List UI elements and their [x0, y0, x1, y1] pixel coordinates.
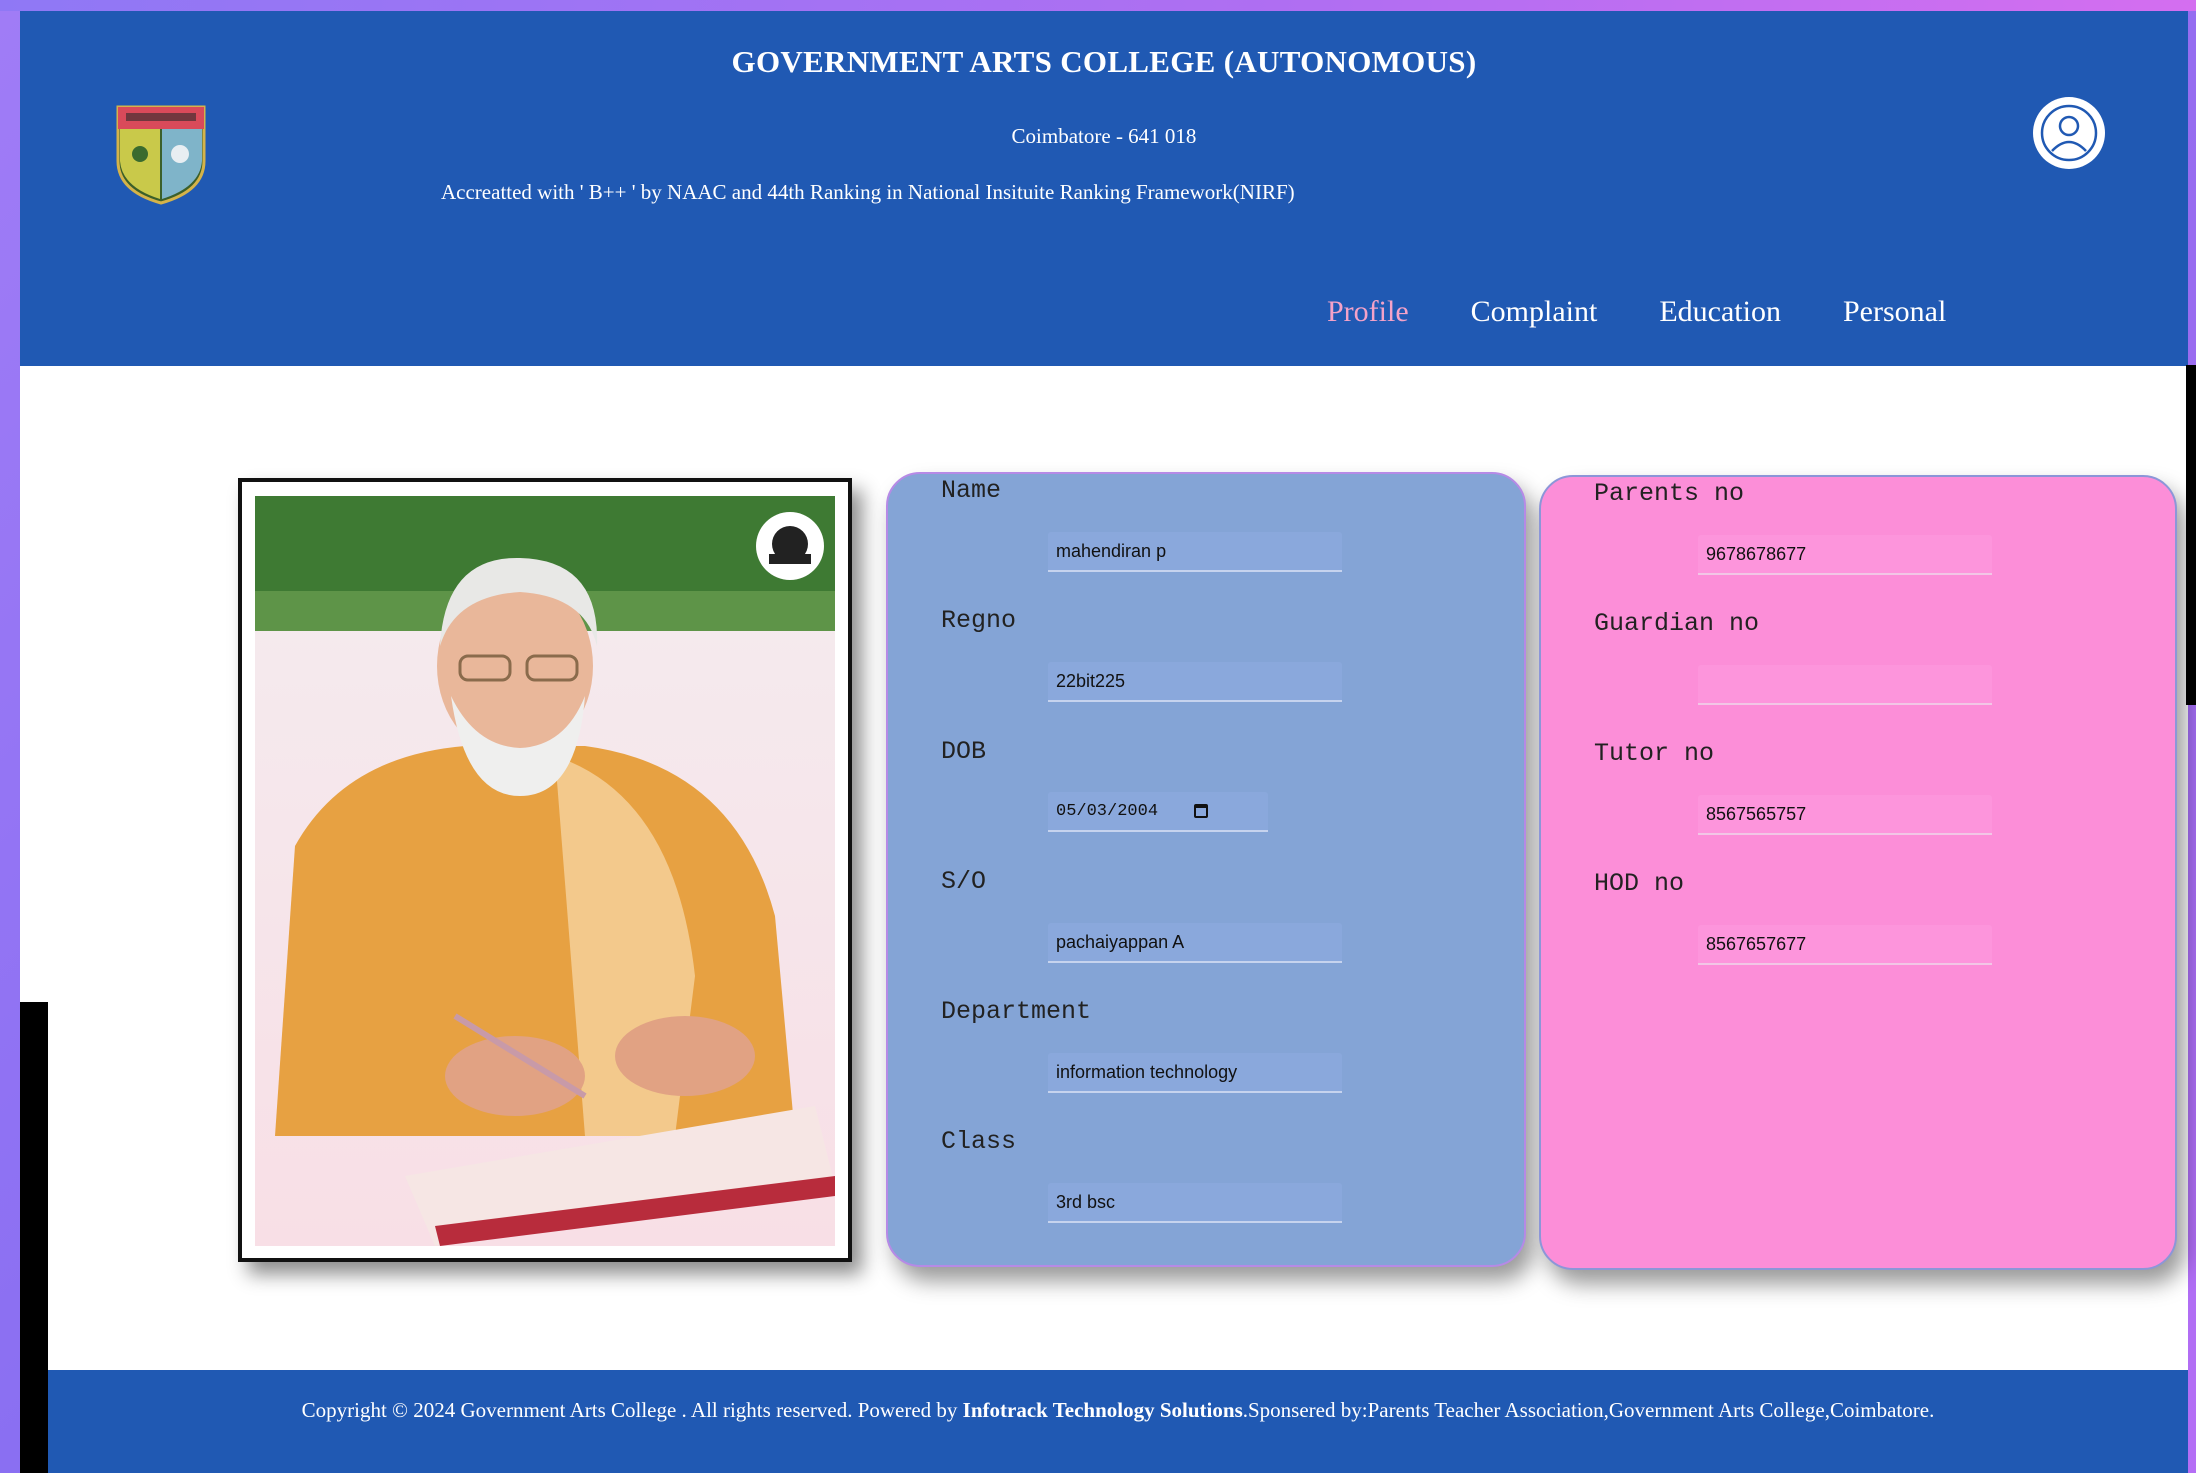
accreditation-text: Accreatted with ' B++ ' by NAAC and 44th…	[441, 180, 1295, 204]
profile-photo-frame	[238, 478, 852, 1262]
parents-no-field[interactable]: 9678678677	[1698, 535, 1992, 575]
so-label: S/O	[941, 867, 987, 896]
tutor-no-label: Tutor no	[1594, 739, 1715, 768]
department-field[interactable]: information technology	[1048, 1053, 1342, 1093]
guardian-no-label: Guardian no	[1594, 609, 1760, 638]
college-title: GOVERNMENT ARTS COLLEGE (AUTONOMOUS)	[731, 44, 1477, 79]
left-edge-bar	[20, 1002, 48, 1473]
name-field[interactable]: mahendiran p	[1048, 532, 1342, 572]
footer-copyright: Copyright © 2024 Government Arts College…	[302, 1398, 1935, 1423]
guardian-no-field[interactable]	[1698, 665, 1992, 705]
page: GOVERNMENT ARTS COLLEGE (AUTONOMOUS) Coi…	[20, 11, 2188, 1473]
college-crest-icon	[112, 99, 210, 207]
nav-complaint[interactable]: Complaint	[1471, 295, 1598, 329]
parents-no-label: Parents no	[1594, 479, 1745, 508]
nav-personal[interactable]: Personal	[1843, 295, 1946, 329]
class-field[interactable]: 3rd bsc	[1048, 1183, 1342, 1223]
tutor-no-field[interactable]: 8567565757	[1698, 795, 1992, 835]
top-border-strip	[0, 0, 2196, 11]
site-header: GOVERNMENT ARTS COLLEGE (AUTONOMOUS) Coi…	[20, 11, 2188, 366]
footer-company: Infotrack Technology Solutions	[962, 1398, 1243, 1422]
calendar-icon[interactable]	[1194, 804, 1208, 818]
hod-no-label: HOD no	[1594, 869, 1685, 898]
hod-no-field[interactable]: 8567657677	[1698, 925, 1992, 965]
footer-prefix: Copyright © 2024 Government Arts College…	[301, 1398, 963, 1422]
class-label: Class	[941, 1127, 1017, 1156]
main-nav: Profile Complaint Education Personal	[1327, 295, 1946, 329]
site-footer: Copyright © 2024 Government Arts College…	[48, 1370, 2188, 1473]
nav-profile[interactable]: Profile	[1327, 295, 1409, 329]
so-field[interactable]: pachaiyappan A	[1048, 923, 1342, 963]
department-label: Department	[941, 997, 1092, 1026]
name-label: Name	[941, 476, 1002, 505]
nav-education[interactable]: Education	[1659, 295, 1781, 329]
dob-date-input[interactable]: 05/03/2004	[1048, 792, 1268, 832]
regno-field[interactable]: 22bit225	[1048, 662, 1342, 702]
regno-label: Regno	[941, 606, 1017, 635]
student-details-card: Name mahendiran p Regno 22bit225 DOB 05/…	[886, 472, 1526, 1267]
footer-suffix: .Sponsered by:Parents Teacher Associatio…	[1242, 1398, 1935, 1422]
right-edge-bar	[2186, 365, 2196, 705]
dob-label: DOB	[941, 737, 987, 766]
contact-numbers-card: Parents no 9678678677 Guardian no Tutor …	[1539, 475, 2177, 1270]
user-avatar-icon[interactable]	[2033, 97, 2105, 169]
profile-photo	[255, 496, 835, 1246]
dob-value: 05/03/2004	[1056, 801, 1159, 821]
college-city: Coimbatore - 641 018	[1011, 124, 1197, 148]
